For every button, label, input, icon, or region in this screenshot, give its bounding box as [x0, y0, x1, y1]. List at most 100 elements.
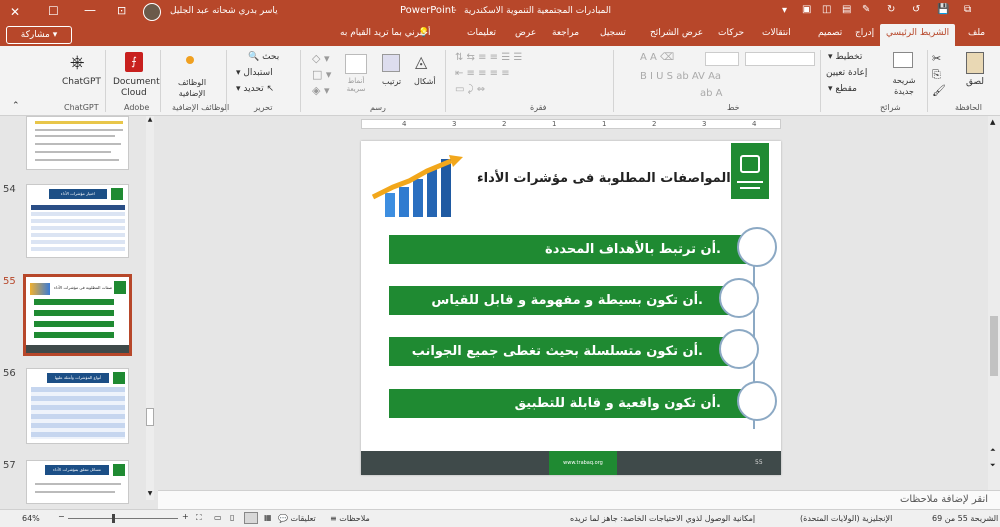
zoom-out-icon[interactable]: −: [58, 512, 65, 521]
shape-fill-icon[interactable]: ◇ ▾: [312, 52, 329, 65]
font-format-icons[interactable]: B I U S ab AV Aa: [640, 71, 721, 82]
undo-icon[interactable]: ↺: [912, 4, 920, 15]
paragraph-row1-icons[interactable]: ⇅ ⇆ ≡ ≡ ☰ ☰: [455, 52, 522, 63]
share-button[interactable]: مشاركة ▾: [6, 26, 72, 44]
tab-record[interactable]: تسجيل: [600, 28, 626, 38]
find-button[interactable]: 🔍 بحث: [248, 52, 279, 62]
paste-button[interactable]: لصق: [966, 77, 984, 87]
slide-thumbnail-57[interactable]: مسائل تتعلق بمؤشرات الأداء: [26, 460, 129, 504]
slide-thumbnail-panel[interactable]: 54 اختيار مؤشرات الأداء 55 المواصفات الم…: [0, 116, 158, 504]
reset-button[interactable]: إعادة تعيين: [826, 68, 867, 78]
comments-button[interactable]: 💬 تعليقات: [278, 514, 316, 523]
replace-button[interactable]: ▾ استبدال: [236, 68, 273, 78]
ribbon-separator: [927, 50, 928, 112]
zoom-in-icon[interactable]: +: [182, 512, 189, 521]
shape-effects-icon[interactable]: ◈ ▾: [312, 84, 329, 97]
document-cloud-button-line1[interactable]: Document: [113, 77, 160, 87]
accessibility-status[interactable]: إمكانية الوصول لذوي الاحتياجات الخاصة: ج…: [570, 514, 755, 523]
new-slide-button[interactable]: شريحة جديدة: [886, 75, 922, 97]
criteria-bar-3[interactable]: أن تكون متسلسلة بحيث تغطى جميع الجوانب.: [389, 337, 735, 366]
user-name[interactable]: ياسر بدري شحاته عبد الجليل: [170, 6, 278, 16]
normal-view-icon[interactable]: [244, 512, 258, 524]
prev-slide-icon[interactable]: ⏶: [990, 446, 996, 455]
thumbnail-scrollbar-down[interactable]: ▼: [146, 490, 154, 498]
chatgpt-button[interactable]: ChatGPT: [62, 77, 101, 87]
reading-view-icon[interactable]: ▯: [230, 513, 234, 522]
layout-button[interactable]: ▾ تخطيط: [828, 52, 862, 62]
thumbnail-scrollbar-thumb[interactable]: [146, 408, 154, 426]
arrange-button[interactable]: ترتيب: [382, 77, 401, 86]
save-qat-icon[interactable]: 💾: [937, 4, 949, 15]
avatar[interactable]: [143, 3, 161, 21]
drawing-group-label: رسم: [370, 103, 386, 112]
redo-icon[interactable]: ↻: [887, 4, 895, 15]
tab-file[interactable]: ملف: [968, 28, 985, 38]
slideshow-view-icon[interactable]: ▭: [214, 513, 222, 522]
shapes-button[interactable]: أشكال: [414, 77, 436, 86]
tab-transitions[interactable]: انتقالات: [762, 28, 791, 38]
current-slide[interactable]: المواصفات المطلوبة فى مؤشرات الأداء أن ت…: [361, 141, 781, 475]
font-size-box[interactable]: [705, 52, 739, 66]
slide-thumbnail-54[interactable]: اختيار مؤشرات الأداء: [26, 184, 129, 258]
tab-review[interactable]: مراجعة: [552, 28, 579, 38]
thumbnail-scrollbar-up[interactable]: ▲: [146, 116, 154, 124]
format-painter-icon[interactable]: 🖌: [932, 84, 946, 97]
tab-view[interactable]: عرض: [515, 28, 536, 38]
quick-styles-icon[interactable]: [345, 54, 367, 74]
document-cloud-button-line2[interactable]: Cloud: [121, 88, 147, 98]
fit-slide-icon[interactable]: ⛶: [196, 513, 202, 523]
present-icon[interactable]: ▣: [802, 4, 811, 15]
maximize-window-button[interactable]: ☐: [48, 4, 59, 18]
close-window-button[interactable]: ✕: [10, 5, 20, 19]
font-name-box[interactable]: [745, 52, 815, 66]
slide-editing-area[interactable]: 4 3 2 1 1 2 3 4 المواصفات المطلوبة فى مؤ…: [158, 116, 1000, 490]
next-slide-icon[interactable]: ⏷: [990, 461, 996, 470]
select-button[interactable]: ▾ تحديد ↖: [236, 84, 274, 94]
criteria-bar-2[interactable]: أن تكون بسيطة و مفهومة و قابل للقياس.: [389, 286, 735, 315]
addins-button[interactable]: الوظائف الإضافية: [170, 77, 214, 99]
slide-title[interactable]: المواصفات المطلوبة فى مؤشرات الأداء: [477, 171, 731, 186]
notes-button[interactable]: ≡ ملاحظات: [330, 514, 370, 523]
format-painter-qat-icon[interactable]: ✎: [862, 4, 870, 15]
thumbnail-scrollbar[interactable]: ▲ ▼: [146, 116, 154, 500]
autosave-icon[interactable]: ⧉: [964, 4, 971, 15]
tab-insert[interactable]: إدراج: [855, 28, 874, 38]
ribbon-display-options-icon[interactable]: ⊡: [117, 4, 126, 17]
language-status[interactable]: الإنجليزية (الولايات المتحدة): [800, 514, 892, 523]
quick-styles-button[interactable]: أنماط سريعة: [338, 77, 374, 93]
ribbon-separator: [226, 50, 227, 112]
minimize-window-button[interactable]: —: [84, 3, 96, 17]
image-icon[interactable]: ▤: [842, 4, 851, 15]
tab-animations[interactable]: حركات: [718, 28, 744, 38]
criteria-bar-4[interactable]: أن تكون واقعية و قابلة للتطبيق.: [389, 389, 753, 418]
notes-placeholder[interactable]: انقر لإضافة ملاحظات: [900, 494, 988, 505]
paragraph-row2-icons[interactable]: ⇤ ≡ ≡ ≡ ≡: [455, 68, 510, 79]
save-icon[interactable]: ◫: [822, 4, 831, 15]
paragraph-row3-icons[interactable]: ▭ ⤸ ⇔: [455, 84, 485, 95]
slide-scrollbar-track[interactable]: ▲ ⏶ ⏷: [988, 116, 1000, 490]
tell-me-search[interactable]: أخبرني بما تريد القيام به: [340, 28, 431, 38]
scroll-up-icon[interactable]: ▲: [990, 118, 995, 126]
criteria-bar-1[interactable]: أن ترتبط بالأهداف المحددة.: [389, 235, 753, 264]
font-color-icons[interactable]: ab A: [700, 88, 723, 99]
tab-slideshow[interactable]: عرض الشرائح: [650, 28, 703, 38]
slide-thumbnail-56[interactable]: أنواع المؤشرات وأمثلة عليها: [26, 368, 129, 444]
slide-thumbnail-partial[interactable]: [26, 116, 129, 170]
slide-sorter-icon[interactable]: ▦: [264, 513, 272, 522]
slide-thumbnail-55-selected[interactable]: المواصفات المطلوبة فى مؤشرات الأداء: [23, 274, 132, 356]
tab-help[interactable]: تعليمات: [467, 28, 496, 38]
scroll-thumb[interactable]: [990, 316, 998, 376]
font-grow-shrink-icons[interactable]: A A ⌫: [640, 52, 674, 63]
copy-icon[interactable]: ⎘: [932, 68, 941, 82]
tab-home[interactable]: الشريط الرئيسي: [880, 24, 956, 46]
zoom-level[interactable]: 64%: [22, 514, 40, 523]
section-button[interactable]: ▾ مقطع: [828, 84, 857, 94]
shape-outline-icon[interactable]: □ ▾: [312, 68, 331, 81]
customize-qat-icon[interactable]: ▾: [782, 5, 787, 16]
zoom-slider[interactable]: [68, 518, 178, 519]
cut-icon[interactable]: ✂: [932, 52, 941, 65]
zoom-slider-thumb[interactable]: [112, 514, 115, 523]
collapse-ribbon-icon[interactable]: ⌃: [12, 101, 20, 111]
notes-pane[interactable]: انقر لإضافة ملاحظات: [158, 490, 1000, 509]
tab-design[interactable]: تصميم: [818, 28, 842, 38]
